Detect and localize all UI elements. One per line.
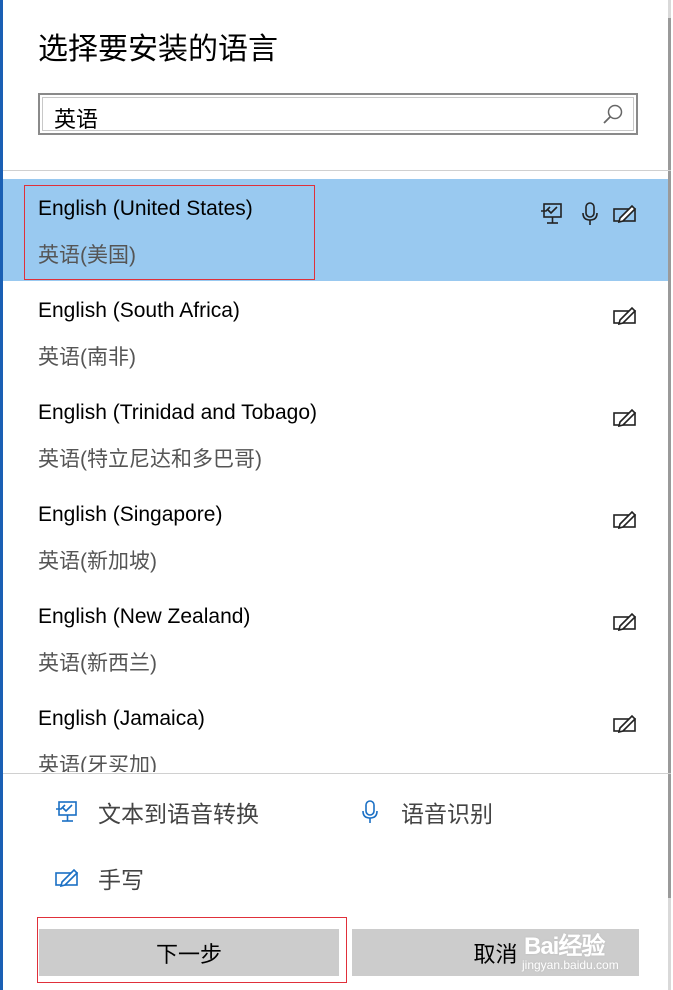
handwriting-icon	[613, 408, 637, 428]
language-native-name: 英语(牙买加)	[38, 754, 157, 772]
legend-tts-label: 文本到语音转换	[98, 801, 259, 827]
language-item-en-za[interactable]: English (South Africa) 英语(南非)	[3, 281, 668, 383]
scrollbar[interactable]	[668, 0, 671, 990]
handwriting-icon	[55, 868, 79, 888]
legend-speech-label: 语音识别	[401, 801, 493, 827]
handwriting-icon	[613, 714, 637, 734]
language-name: English (South Africa)	[38, 299, 240, 322]
microphone-icon	[582, 202, 598, 225]
language-item-en-sg[interactable]: English (Singapore) 英语(新加坡)	[3, 485, 668, 587]
handwriting-icon	[613, 612, 637, 632]
legend-tts: 文本到语音转换	[54, 795, 259, 829]
legend-speech: 语音识别	[357, 795, 493, 829]
language-name: English (Jamaica)	[38, 707, 205, 730]
language-name: English (New Zealand)	[38, 605, 251, 628]
divider	[3, 170, 671, 171]
language-item-en-nz[interactable]: English (New Zealand) 英语(新西兰)	[3, 587, 668, 689]
handwriting-icon	[613, 510, 637, 530]
search-input-value[interactable]: 英语	[54, 102, 98, 134]
language-item-en-jm[interactable]: English (Jamaica) 英语(牙买加)	[3, 689, 668, 772]
language-list[interactable]: English (United States) 英语(美国) English (…	[3, 179, 668, 772]
handwriting-icon	[613, 306, 637, 326]
language-native-name: 英语(新加坡)	[38, 550, 157, 573]
language-name: English (Singapore)	[38, 503, 223, 526]
language-native-name: 英语(南非)	[38, 346, 136, 369]
highlight-box	[37, 917, 347, 983]
language-name: English (Trinidad and Tobago)	[38, 401, 318, 424]
search-icon[interactable]	[602, 103, 624, 125]
handwriting-icon	[613, 204, 637, 224]
search-input[interactable]: 英语	[38, 93, 638, 135]
text-to-speech-icon	[541, 203, 562, 224]
text-to-speech-icon	[56, 801, 77, 822]
language-item-en-tt[interactable]: English (Trinidad and Tobago) 英语(特立尼达和多巴…	[3, 383, 668, 485]
legend-handwriting: 手写	[54, 861, 144, 895]
watermark-logo: Bai经验	[524, 933, 605, 960]
scrollbar-thumb[interactable]	[668, 18, 671, 898]
highlight-box	[24, 185, 315, 280]
watermark-url: jingyan.baidu.com	[522, 958, 619, 972]
language-native-name: 英语(新西兰)	[38, 652, 157, 675]
language-native-name: 英语(特立尼达和多巴哥)	[38, 448, 262, 471]
legend-handwriting-label: 手写	[98, 867, 144, 893]
language-item-en-us[interactable]: English (United States) 英语(美国)	[3, 179, 668, 281]
microphone-icon	[362, 800, 378, 823]
dialog-title: 选择要安装的语言	[38, 33, 278, 66]
divider	[3, 773, 671, 774]
